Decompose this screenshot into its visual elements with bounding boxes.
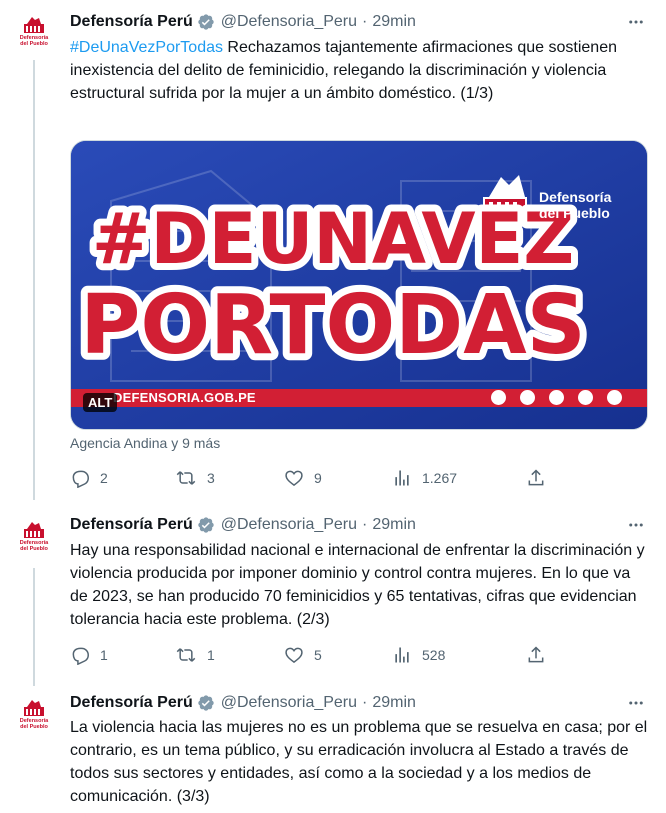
alt-text-badge[interactable]: ALT [83, 393, 118, 412]
share-button[interactable] [526, 643, 556, 667]
more-icon[interactable] [626, 515, 646, 535]
author-name[interactable]: Defensoría Perú [70, 694, 193, 712]
tweet-image[interactable]: #DEUNAVEZ #DEUNAVEZ PORTODAS PORTODAS De… [70, 140, 648, 430]
share-icon [528, 646, 544, 663]
tweet-header: Defensoría Perú @Defensoria_Peru · 29min [70, 11, 416, 33]
avatar[interactable]: Defensoría del Pueblo [14, 699, 54, 741]
defensoria-logo-icon [24, 700, 44, 716]
svg-text:PORTODAS: PORTODAS [80, 278, 586, 373]
tweet-header: Defensoría Perú @Defensoria_Peru · 29min [70, 692, 416, 714]
retweet-button[interactable]: 3 [175, 466, 215, 490]
share-icon [528, 469, 544, 486]
campaign-headline: #DEUNAVEZ #DEUNAVEZ PORTODAS PORTODAS [73, 191, 593, 380]
timestamp[interactable]: 29min [372, 694, 416, 712]
reply-count: 1 [100, 647, 108, 663]
avatar-logo-text: Defensoría del Pueblo [19, 35, 49, 47]
timestamp[interactable]: 29min [372, 13, 416, 31]
avatar[interactable]: Defensoría del Pueblo [14, 16, 54, 58]
separator-dot: · [362, 516, 368, 533]
like-button[interactable]: 5 [284, 643, 322, 667]
like-icon [285, 470, 303, 486]
media-credit[interactable]: Agencia Andina y 9 más [70, 435, 220, 451]
reply-icon [72, 470, 90, 488]
tweet-text: #DeUnaVezPorTodas Rechazamos tajantement… [70, 36, 650, 105]
more-icon[interactable] [626, 12, 646, 32]
author-name[interactable]: Defensoría Perú [70, 516, 193, 534]
tweet-actions: 1 1 5 528 [70, 643, 550, 667]
media-brand-text: Defensoría del Pueblo [539, 189, 612, 221]
tweet-header: Defensoría Perú @Defensoria_Peru · 29min [70, 514, 416, 536]
like-count: 5 [314, 647, 322, 663]
views-icon [395, 470, 409, 486]
separator-dot: · [362, 13, 368, 30]
reply-icon [72, 647, 90, 665]
like-icon [285, 647, 303, 663]
twitter-icon [549, 390, 564, 405]
views-count: 528 [422, 647, 446, 663]
separator-dot: · [362, 694, 368, 711]
timestamp[interactable]: 29min [372, 516, 416, 534]
defensoria-logo-icon [24, 522, 44, 538]
retweet-icon [176, 648, 196, 662]
youtube-icon [607, 390, 622, 405]
tweet-2[interactable]: Defensoría del Pueblo Defensoría Perú @D… [0, 505, 666, 685]
retweet-button[interactable]: 1 [175, 643, 215, 667]
author-handle[interactable]: @Defensoria_Peru [221, 694, 357, 712]
hashtag-link[interactable]: #DeUnaVezPorTodas [70, 39, 223, 56]
verified-badge-icon[interactable] [197, 13, 215, 31]
author-handle[interactable]: @Defensoria_Peru [221, 516, 357, 534]
tweet-text: La violencia hacia las mujeres no es un … [70, 719, 648, 805]
avatar-logo-text: Defensoría del Pueblo [19, 718, 49, 730]
reply-count: 2 [100, 470, 108, 486]
defensoria-logo-icon [24, 17, 44, 33]
media-url-text: DEFENSORIA.GOB.PE [113, 390, 256, 405]
more-icon[interactable] [626, 693, 646, 713]
views-button[interactable]: 1.267 [392, 466, 457, 490]
retweet-count: 3 [207, 470, 215, 486]
author-handle[interactable]: @Defensoria_Peru [221, 13, 357, 31]
avatar-logo-text: Defensoría del Pueblo [19, 540, 49, 552]
facebook-icon [491, 390, 506, 405]
reply-button[interactable]: 1 [70, 643, 108, 667]
views-button[interactable]: 528 [392, 643, 445, 667]
reply-button[interactable]: 2 [70, 466, 108, 490]
like-button[interactable]: 9 [284, 466, 322, 490]
svg-text:#DEUNAVEZ: #DEUNAVEZ [92, 198, 574, 280]
views-icon [395, 647, 409, 663]
tweet-1[interactable]: Defensoría del Pueblo Defensoría Perú @D… [0, 0, 666, 505]
avatar[interactable]: Defensoría del Pueblo [14, 521, 54, 563]
like-count: 9 [314, 470, 322, 486]
tweet-text: Hay una responsabilidad nacional e inter… [70, 542, 645, 628]
author-name[interactable]: Defensoría Perú [70, 13, 193, 31]
tweet-3[interactable]: Defensoría del Pueblo Defensoría Perú @D… [0, 685, 666, 813]
verified-badge-icon[interactable] [197, 516, 215, 534]
retweet-icon [176, 471, 196, 485]
retweet-count: 1 [207, 647, 215, 663]
instagram-icon [520, 390, 535, 405]
share-button[interactable] [526, 466, 556, 490]
views-count: 1.267 [422, 470, 458, 486]
verified-badge-icon[interactable] [197, 694, 215, 712]
tweet-actions: 2 3 9 1.267 [70, 466, 550, 490]
tiktok-icon [578, 390, 593, 405]
